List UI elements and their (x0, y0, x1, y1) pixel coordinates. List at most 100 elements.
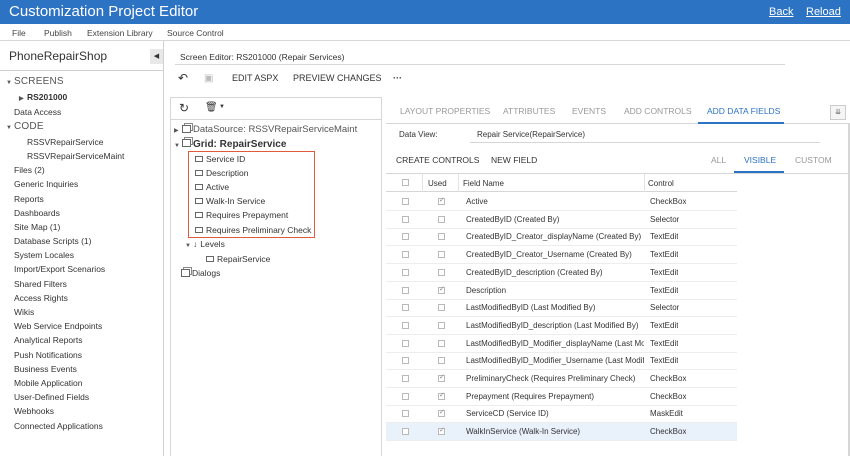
select-all-checkbox[interactable] (402, 179, 409, 186)
sidebar-item[interactable]: Site Map (1) (14, 222, 60, 232)
menu-publish[interactable]: Publish (44, 28, 72, 38)
caret-down-icon: ▼ (6, 80, 13, 86)
tree-node-grid[interactable]: ▼ Grid: RepairService (174, 139, 286, 150)
used-checkbox[interactable] (438, 391, 445, 400)
sidebar-code-item[interactable]: RSSVRepairService (27, 137, 104, 147)
row-select-checkbox[interactable] (402, 269, 409, 276)
row-select-checkbox[interactable] (402, 393, 409, 400)
sidebar-item[interactable]: Business Events (14, 364, 77, 374)
used-checkbox[interactable] (438, 304, 445, 311)
sidebar-item[interactable]: Generic Inquiries (14, 179, 78, 189)
tab-events[interactable]: EVENTS (572, 106, 606, 116)
used-checkbox[interactable] (438, 269, 445, 276)
sidebar-item[interactable]: Shared Filters (14, 279, 67, 289)
used-checkbox[interactable] (438, 251, 445, 258)
menu-extension-library[interactable]: Extension Library (87, 28, 153, 38)
sidebar-item[interactable]: System Locales (14, 250, 74, 260)
field-name-cell: LastModifiedByID (Last Modified By) (466, 303, 596, 312)
sidebar-item[interactable]: Web Service Endpoints (14, 321, 102, 331)
sidebar-item[interactable]: Access Rights (14, 293, 68, 303)
used-checkbox[interactable] (438, 357, 445, 364)
sidebar-item[interactable]: User-Defined Fields (14, 392, 89, 402)
control-cell: CheckBox (650, 392, 687, 401)
row-select-checkbox[interactable] (402, 251, 409, 258)
used-checkbox[interactable] (438, 285, 445, 294)
sidebar-item[interactable]: Import/Export Scenarios (14, 264, 105, 274)
tab-layout-properties[interactable]: LAYOUT PROPERTIES (400, 106, 490, 116)
used-checkbox[interactable] (438, 373, 445, 382)
column-header-field-name[interactable]: Field Name (463, 179, 504, 188)
field-name-cell: Description (466, 286, 507, 295)
more-menu-button[interactable]: ··· (393, 73, 402, 83)
back-link[interactable]: Back (769, 6, 793, 18)
reload-link[interactable]: Reload (806, 6, 841, 18)
chevron-down-icon[interactable]: ▼ (219, 104, 225, 110)
sidebar-item[interactable]: Reports (14, 194, 44, 204)
filter-visible[interactable]: VISIBLE (744, 155, 776, 165)
used-checkbox[interactable] (438, 233, 445, 240)
menu-source-control[interactable]: Source Control (167, 28, 224, 38)
row-select-checkbox[interactable] (402, 340, 409, 347)
project-name: PhoneRepairShop (9, 49, 108, 63)
refresh-icon[interactable]: ↻ (179, 101, 189, 115)
column-header-control[interactable]: Control (648, 179, 674, 188)
row-select-checkbox[interactable] (402, 216, 409, 223)
row-select-checkbox[interactable] (402, 198, 409, 205)
tab-attributes[interactable]: ATTRIBUTES (503, 106, 555, 116)
caret-down-icon: ▼ (174, 143, 180, 149)
sidebar-item[interactable]: Wikis (14, 307, 34, 317)
row-select-checkbox[interactable] (402, 428, 409, 435)
tab-add-data-fields[interactable]: ADD DATA FIELDS (707, 106, 780, 116)
used-checkbox[interactable] (438, 216, 445, 223)
row-select-checkbox[interactable] (402, 233, 409, 240)
undo-icon[interactable]: ↶ (178, 71, 188, 85)
used-checkbox[interactable] (438, 426, 445, 435)
filter-all[interactable]: ALL (711, 155, 726, 165)
new-field-button[interactable]: NEW FIELD (491, 155, 537, 165)
sidebar-item-rs201000[interactable]: ▶ RS201000 (19, 92, 67, 102)
tree-node-datasource[interactable]: ▶ DataSource: RSSVRepairServiceMaint (174, 124, 357, 135)
used-checkbox[interactable] (438, 340, 445, 347)
arrow-down-icon: ↓ (193, 239, 198, 249)
row-select-checkbox[interactable] (402, 357, 409, 364)
data-view-select[interactable]: Repair Service(RepairService) (477, 130, 585, 139)
create-controls-button[interactable]: CREATE CONTROLS (396, 155, 479, 165)
edit-aspx-button[interactable]: EDIT ASPX (232, 73, 278, 83)
tree-node-level-item[interactable]: RepairService (206, 254, 270, 264)
preview-changes-button[interactable]: PREVIEW CHANGES (293, 73, 382, 83)
sidebar-item[interactable]: Dashboards (14, 208, 60, 218)
tab-add-controls[interactable]: ADD CONTROLS (624, 106, 692, 116)
used-checkbox[interactable] (438, 322, 445, 329)
used-checkbox[interactable] (438, 196, 445, 205)
filter-custom[interactable]: CUSTOM (795, 155, 832, 165)
used-checkbox[interactable] (438, 408, 445, 417)
tree-node-label: Grid: RepairService (193, 139, 287, 150)
row-select-checkbox[interactable] (402, 287, 409, 294)
control-cell: TextEdit (650, 232, 679, 241)
sidebar-item-data-access[interactable]: Data Access (14, 107, 61, 117)
sidebar-section-screens[interactable]: ▼ SCREENS (6, 76, 64, 87)
project-sidebar: PhoneRepairShop ◀ ▼ SCREENS ▶ RS201000 Dat… (0, 41, 164, 456)
sidebar-item[interactable]: Database Scripts (1) (14, 236, 91, 246)
sidebar-item[interactable]: Files (2) (14, 165, 45, 175)
collapse-sidebar-button[interactable]: ◀ (150, 49, 163, 64)
sidebar-item[interactable]: Webhooks (14, 406, 54, 416)
row-select-checkbox[interactable] (402, 322, 409, 329)
sidebar-item[interactable]: Push Notifications (14, 350, 82, 360)
control-cell: TextEdit (650, 339, 679, 348)
menu-file[interactable]: File (12, 28, 26, 38)
tree-node-levels[interactable]: ▼ ↓ Levels (185, 239, 225, 249)
trash-icon[interactable]: 🗑 (205, 102, 218, 113)
row-select-checkbox[interactable] (402, 410, 409, 417)
row-select-checkbox[interactable] (402, 304, 409, 311)
sidebar-item[interactable]: Connected Applications (14, 421, 103, 431)
sidebar-item[interactable]: Mobile Application (14, 378, 83, 388)
save-icon[interactable]: ▣ (204, 73, 213, 84)
sidebar-section-code[interactable]: ▼ CODE (6, 121, 44, 132)
sidebar-item[interactable]: Analytical Reports (14, 335, 83, 345)
tree-node-dialogs[interactable]: Dialogs (181, 268, 220, 278)
sidebar-code-item[interactable]: RSSVRepairServiceMaint (27, 151, 124, 161)
collapse-panel-button[interactable]: ⇊ (830, 105, 846, 120)
row-select-checkbox[interactable] (402, 375, 409, 382)
column-header-used[interactable]: Used (428, 179, 447, 188)
